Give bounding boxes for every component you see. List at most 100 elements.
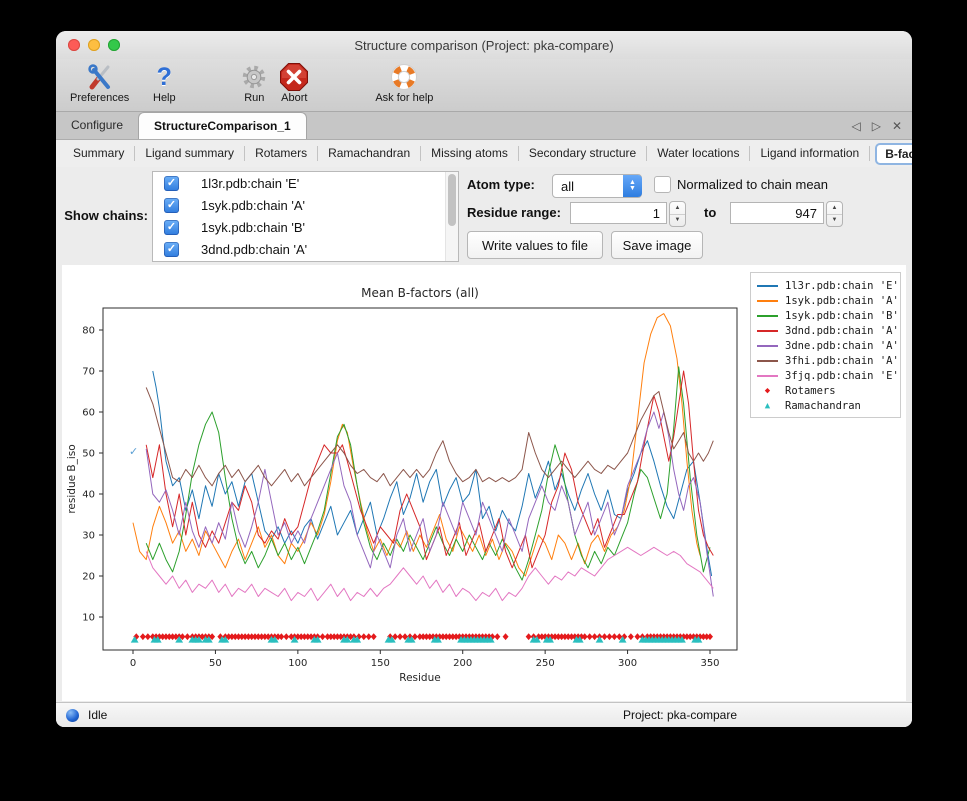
minimize-window-button[interactable] <box>88 39 100 51</box>
toolbar-button-label: Ask for help <box>375 92 433 104</box>
legend-line-swatch <box>757 345 778 347</box>
chain-checkbox[interactable]: ✓ <box>164 242 179 257</box>
y-tick-label: 80 <box>82 326 95 337</box>
tab-water-locations[interactable]: Water locations <box>647 146 750 161</box>
legend-label: Ramachandran <box>785 400 861 412</box>
show-chains-label: Show chains: <box>60 208 148 223</box>
legend-item: 1l3r.pdb:chain 'E' <box>757 278 900 293</box>
tab-close-icon[interactable]: ✕ <box>892 119 902 133</box>
plot-panel: 0501001502002503003501020304050607080Mea… <box>62 265 906 701</box>
residue-to-stepper[interactable]: ▲▼ <box>826 201 843 227</box>
chain-list-item[interactable]: ✓ 1syk.pdb:chain 'B' <box>153 216 458 238</box>
chain-label: 1syk.pdb:chain 'A' <box>201 198 305 213</box>
status-bar: Idle Project: pka-compare <box>56 702 912 727</box>
to-label: to <box>704 205 716 220</box>
tab-b-factors[interactable]: B-factors <box>875 143 912 165</box>
tab-missing-atoms[interactable]: Missing atoms <box>421 146 519 161</box>
normalized-checkbox[interactable] <box>654 176 671 193</box>
help-question-icon: ? <box>149 62 179 92</box>
toolbar-button-run[interactable]: Run <box>239 62 269 104</box>
document-tab-bar: ConfigureStructureComparison_1 ◁ ▷ ✕ <box>56 112 912 140</box>
legend-item: 3dnd.pdb:chain 'A' <box>757 323 900 338</box>
residue-range-label: Residue range: <box>467 205 561 220</box>
tab-structurecomparison_1[interactable]: StructureComparison_1 <box>138 112 307 139</box>
x-tick-label: 200 <box>453 658 472 669</box>
chain-list-item[interactable]: ✓ 1l3r.pdb:chain 'E' <box>153 172 458 194</box>
legend-label: 3fjq.pdb:chain 'E' <box>785 370 899 382</box>
tab-ligand-information[interactable]: Ligand information <box>750 146 870 161</box>
traffic-lights <box>68 39 120 51</box>
abort-stop-icon <box>279 62 309 92</box>
chain-checkbox[interactable]: ✓ <box>164 198 179 213</box>
x-tick-label: 150 <box>371 658 390 669</box>
legend-label: 3dnd.pdb:chain 'A' <box>785 325 899 337</box>
legend-item: 3fhi.pdb:chain 'A' <box>757 353 900 368</box>
toolbar-button-label: Preferences <box>70 92 129 104</box>
tab-secondary-structure[interactable]: Secondary structure <box>519 146 647 161</box>
toolbar-button-label: Help <box>153 92 176 104</box>
axis-box <box>103 308 737 650</box>
chain-label: 1l3r.pdb:chain 'E' <box>201 176 299 191</box>
x-tick-label: 0 <box>130 658 136 669</box>
legend-line-swatch <box>757 285 778 287</box>
toolbar-button-help[interactable]: ?Help <box>149 62 179 104</box>
normalized-label: Normalized to chain mean <box>677 177 828 192</box>
legend-item: 3dne.pdb:chain 'A' <box>757 338 900 353</box>
tab-back-icon[interactable]: ◁ <box>851 119 860 133</box>
legend-label: 3dne.pdb:chain 'A' <box>785 340 899 352</box>
legend-line-swatch <box>757 300 778 302</box>
legend-line-swatch <box>757 330 778 332</box>
y-tick-label: 50 <box>82 449 95 460</box>
scrollbar[interactable] <box>445 172 458 261</box>
stray-check-marker: ✓ <box>129 445 138 458</box>
chain-checkbox[interactable]: ✓ <box>164 176 179 191</box>
toolbar: Preferences?HelpRunAbortAsk for help <box>56 59 912 112</box>
toolbar-button-preferences[interactable]: Preferences <box>70 62 129 104</box>
save-image-button[interactable]: Save image <box>611 231 703 259</box>
tab-ligand-summary[interactable]: Ligand summary <box>135 146 245 161</box>
tab-configure[interactable]: Configure <box>56 112 138 139</box>
chain-list-item[interactable]: ✓ 1syk.pdb:chain 'A' <box>153 194 458 216</box>
y-tick-label: 30 <box>82 531 95 542</box>
scrollbar-thumb[interactable] <box>448 174 456 226</box>
legend-item: ◆Rotamers <box>757 383 900 398</box>
legend-label: 1l3r.pdb:chain 'E' <box>785 280 899 292</box>
y-tick-label: 60 <box>82 408 95 419</box>
legend-item: ▲ Ramachandran <box>757 398 900 413</box>
run-gear-icon <box>239 62 269 92</box>
chain-list-item[interactable]: ✓3dnd.pdb:chain 'A' <box>153 238 458 260</box>
close-window-button[interactable] <box>68 39 80 51</box>
legend-item: 1syk.pdb:chain 'B' <box>757 308 900 323</box>
legend-label: 3fhi.pdb:chain 'A' <box>785 355 899 367</box>
atom-type-select[interactable]: all ▲▼ <box>552 174 642 198</box>
legend-item: 1syk.pdb:chain 'A' <box>757 293 900 308</box>
x-tick-label: 100 <box>288 658 307 669</box>
tab-forward-icon[interactable]: ▷ <box>872 119 881 133</box>
x-tick-label: 300 <box>618 658 637 669</box>
legend-label: 1syk.pdb:chain 'B' <box>785 310 899 322</box>
atom-type-label: Atom type: <box>467 177 535 192</box>
legend-triangle-swatch: ▲ <box>757 401 778 411</box>
status-indicator-icon <box>66 709 79 722</box>
toolbar-button-ask-for-help[interactable]: Ask for help <box>375 62 433 104</box>
preferences-tools-icon <box>85 62 115 92</box>
status-text: Idle <box>88 708 107 722</box>
legend-label: Rotamers <box>785 385 836 397</box>
zoom-window-button[interactable] <box>108 39 120 51</box>
legend-line-swatch <box>757 360 778 362</box>
chain-label: 1syk.pdb:chain 'B' <box>201 220 305 235</box>
y-axis-label: residue B_iso <box>66 444 78 513</box>
chain-checkbox[interactable]: ✓ <box>164 220 179 235</box>
atom-type-value: all <box>553 179 623 194</box>
tab-summary[interactable]: Summary <box>63 146 135 161</box>
tab-rotamers[interactable]: Rotamers <box>245 146 318 161</box>
write-values-button[interactable]: Write values to file <box>467 231 603 259</box>
window-title: Structure comparison (Project: pka-compa… <box>56 31 912 60</box>
x-tick-label: 250 <box>536 658 555 669</box>
toolbar-button-abort[interactable]: Abort <box>279 62 309 104</box>
legend-item: 3fjq.pdb:chain 'E' <box>757 368 900 383</box>
residue-to-input[interactable] <box>730 202 824 224</box>
residue-from-stepper[interactable]: ▲▼ <box>669 201 686 227</box>
residue-from-input[interactable] <box>570 202 667 224</box>
tab-ramachandran[interactable]: Ramachandran <box>318 146 421 161</box>
